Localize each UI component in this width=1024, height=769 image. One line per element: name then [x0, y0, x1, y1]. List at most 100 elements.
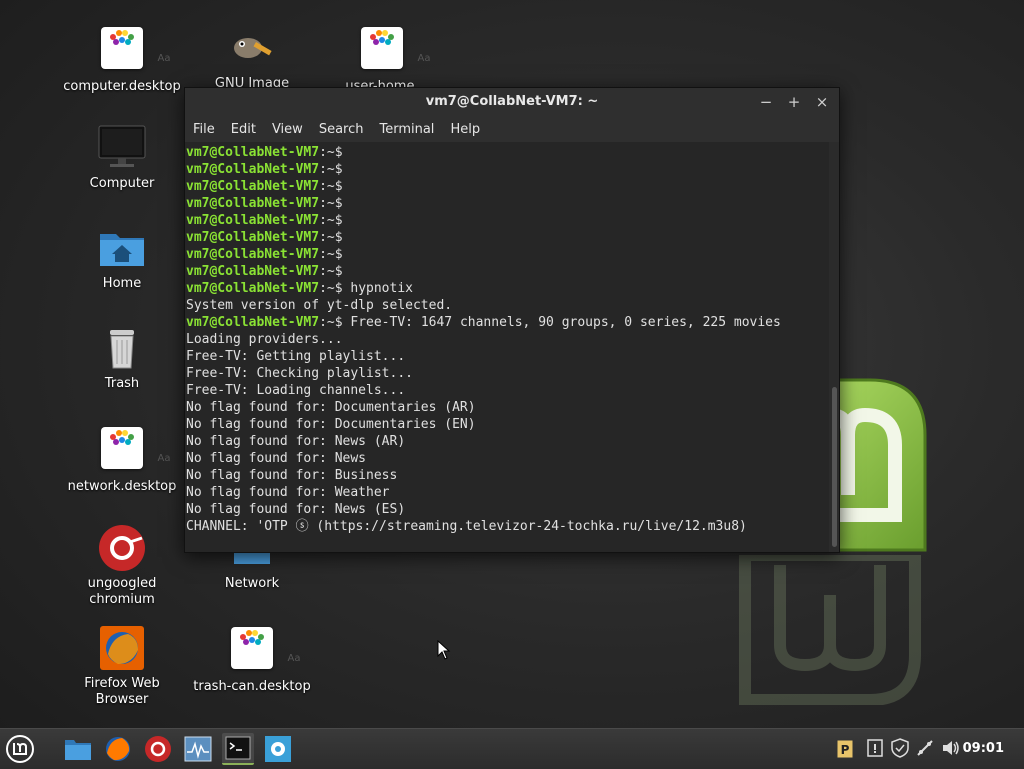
- menu-help[interactable]: Help: [446, 122, 484, 137]
- menu-file[interactable]: File: [189, 122, 219, 137]
- svg-text:P: P: [841, 743, 850, 757]
- terminal-line: Free-TV: Getting playlist...: [186, 348, 828, 365]
- desktop-icon-network-desktop[interactable]: Aa network.desktop: [62, 424, 182, 495]
- terminal-line-text: Free-TV: 1647 channels, 90 groups, 0 ser…: [342, 315, 781, 330]
- mint-logo-reflection: [739, 555, 921, 705]
- taskbar-terminal[interactable]: [222, 733, 254, 765]
- doc-badge: Aa: [417, 53, 431, 64]
- doc-badge: Aa: [287, 653, 301, 664]
- desktop-icon-ungoogled-chromium[interactable]: ungoogled chromium: [62, 524, 182, 608]
- hypnotix-icon: [265, 736, 291, 762]
- terminal-line: Loading providers...: [186, 331, 828, 348]
- taskbar-files[interactable]: [62, 733, 94, 765]
- terminal-prompt: vm7@CollabNet-VM7: [186, 264, 320, 279]
- desktop-icon-label: Computer: [89, 176, 155, 191]
- tray-update-icon[interactable]: [864, 737, 886, 759]
- desktop-icon-gimp[interactable]: GNU Image: [192, 24, 312, 92]
- desktop-icon-label: chromium: [89, 592, 155, 607]
- terminal-prompt-suffix: :~$: [319, 196, 343, 211]
- taskbar-hypnotix[interactable]: [262, 733, 294, 765]
- terminal-prompt: vm7@CollabNet-VM7: [186, 281, 320, 296]
- desktop-icon-label: trash-can.desktop: [193, 679, 311, 694]
- terminal-line-text: No flag found for: Documentaries (EN): [186, 417, 476, 432]
- tray-network-icon[interactable]: [914, 737, 936, 759]
- terminal-line-text: No flag found for: News (AR): [186, 434, 406, 449]
- terminal-line: No flag found for: Weather: [186, 484, 828, 501]
- taskbar: P 09:01: [0, 728, 1024, 769]
- scrollbar-thumb[interactable]: [832, 387, 837, 547]
- minimize-button[interactable]: −: [757, 93, 775, 111]
- home-folder-icon: [100, 234, 144, 266]
- font-file-icon: Aa: [361, 27, 430, 69]
- terminal-line: No flag found for: News (AR): [186, 433, 828, 450]
- terminal-line: vm7@CollabNet-VM7:~$ Free-TV: 1647 chann…: [186, 314, 828, 331]
- terminal-line: Free-TV: Checking playlist...: [186, 365, 828, 382]
- mouse-pointer-icon: [437, 640, 451, 660]
- menu-edit[interactable]: Edit: [227, 122, 260, 137]
- desktop-icon-label: Trash: [104, 376, 140, 391]
- tray-shield-icon[interactable]: [889, 737, 911, 759]
- chromium-icon: [99, 525, 145, 571]
- terminal-line: CHANNEL: 'OTP ⓢ (https://streaming.telev…: [186, 518, 828, 535]
- terminal-line-text: System version of yt-dlp selected.: [186, 298, 453, 313]
- desktop-icon-computer[interactable]: Computer: [62, 124, 182, 192]
- taskbar-firefox[interactable]: [102, 733, 134, 765]
- maximize-button[interactable]: +: [785, 93, 803, 111]
- firefox-icon: [100, 626, 144, 670]
- terminal-line-text: No flag found for: Weather: [186, 485, 390, 500]
- start-menu-button[interactable]: [4, 733, 36, 765]
- desktop-icon-trash[interactable]: Trash: [62, 324, 182, 392]
- terminal-line: vm7@CollabNet-VM7:~$: [186, 229, 828, 246]
- tray-clipboard-icon[interactable]: P: [834, 737, 856, 759]
- terminal-titlebar[interactable]: vm7@CollabNet-VM7: ~ − + ×: [185, 88, 839, 116]
- terminal-line-text: No flag found for: News (ES): [186, 502, 406, 517]
- terminal-line: vm7@CollabNet-VM7:~$: [186, 212, 828, 229]
- taskbar-system-monitor[interactable]: [182, 733, 214, 765]
- terminal-output[interactable]: vm7@CollabNet-VM7:~$ vm7@CollabNet-VM7:~$…: [185, 142, 829, 552]
- desktop-icon-computer-desktop[interactable]: Aa computer.desktop: [62, 24, 182, 95]
- firefox-icon: [106, 737, 130, 761]
- window-controls: − + ×: [757, 88, 831, 116]
- terminal-line: vm7@CollabNet-VM7:~$: [186, 246, 828, 263]
- terminal-scrollbar[interactable]: [829, 142, 839, 552]
- font-file-icon: Aa: [101, 427, 170, 469]
- terminal-prompt: vm7@CollabNet-VM7: [186, 213, 320, 228]
- taskbar-chromium[interactable]: [142, 733, 174, 765]
- terminal-prompt: vm7@CollabNet-VM7: [186, 145, 320, 160]
- terminal-line-text: Loading providers...: [186, 332, 343, 347]
- terminal-prompt-suffix: :~$: [319, 145, 343, 160]
- terminal-prompt-suffix: :~$: [319, 264, 343, 279]
- menu-terminal[interactable]: Terminal: [375, 122, 438, 137]
- gimp-icon: [234, 38, 272, 58]
- doc-badge: Aa: [157, 53, 171, 64]
- menu-search[interactable]: Search: [315, 122, 368, 137]
- terminal-line-text: CHANNEL: 'OTP ⓢ (https://streaming.telev…: [186, 519, 747, 534]
- terminal-window[interactable]: vm7@CollabNet-VM7: ~ − + × File Edit Vie…: [184, 87, 840, 553]
- terminal-line: No flag found for: Business: [186, 467, 828, 484]
- terminal-prompt: vm7@CollabNet-VM7: [186, 179, 320, 194]
- font-file-icon: Aa: [101, 27, 170, 69]
- terminal-prompt: vm7@CollabNet-VM7: [186, 196, 320, 211]
- menu-view[interactable]: View: [268, 122, 307, 137]
- desktop-icon-firefox[interactable]: Firefox Web Browser: [62, 624, 182, 708]
- desktop-icon-label: Home: [102, 276, 142, 291]
- terminal-line: No flag found for: News (ES): [186, 501, 828, 518]
- terminal-prompt-suffix: :~$: [319, 230, 343, 245]
- terminal-line-text: No flag found for: Business: [186, 468, 398, 483]
- terminal-line-text: hypnotix: [342, 281, 413, 296]
- system-monitor-icon: [184, 736, 212, 762]
- desktop-icon-home[interactable]: Home: [62, 224, 182, 292]
- desktop-icon-user-home[interactable]: Aa user-home.: [322, 24, 442, 95]
- terminal-line: vm7@CollabNet-VM7:~$: [186, 144, 828, 161]
- folder-icon: [65, 740, 91, 760]
- close-button[interactable]: ×: [813, 93, 831, 111]
- tray-volume-icon[interactable]: [940, 737, 962, 759]
- terminal-menubar: File Edit View Search Terminal Help: [185, 116, 839, 142]
- window-title: vm7@CollabNet-VM7: ~: [425, 94, 599, 109]
- terminal-line: System version of yt-dlp selected.: [186, 297, 828, 314]
- desktop-icon-trash-can-desktop[interactable]: Aa trash-can.desktop: [192, 624, 312, 695]
- taskbar-clock[interactable]: 09:01: [963, 729, 1004, 769]
- terminal-prompt: vm7@CollabNet-VM7: [186, 315, 320, 330]
- chromium-icon: [145, 736, 171, 762]
- desktop-icon-label: Network: [224, 576, 280, 591]
